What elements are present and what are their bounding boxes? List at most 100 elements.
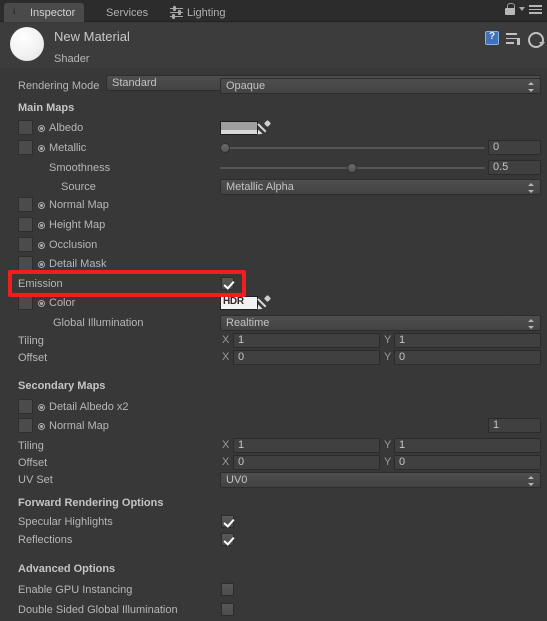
tab-inspector[interactable]: Inspector xyxy=(4,3,85,22)
smoothness-slider[interactable] xyxy=(220,160,485,176)
smoothness-row: Smoothness 0.5 xyxy=(0,159,547,177)
detail-albedo-label: Detail Albedo x2 xyxy=(49,401,129,413)
eyedropper-icon[interactable] xyxy=(255,119,272,137)
emission-checkbox[interactable] xyxy=(221,277,234,290)
detail-albedo-target-icon[interactable] xyxy=(38,404,45,411)
specular-highlights-label: Specular Highlights xyxy=(18,516,113,528)
secondary-normal-map-target-icon[interactable] xyxy=(38,423,45,430)
metallic-value-field[interactable]: 0 xyxy=(488,140,541,155)
albedo-target-icon[interactable] xyxy=(38,125,45,132)
lock-icon[interactable] xyxy=(505,3,515,15)
shader-label: Shader xyxy=(54,53,90,65)
section-advanced-label: Advanced Options xyxy=(18,563,116,575)
chevron-updown-icon xyxy=(528,82,535,92)
albedo-texture-slot[interactable] xyxy=(18,120,33,135)
source-label: Source xyxy=(61,181,96,193)
occlusion-texture-slot[interactable] xyxy=(18,237,33,252)
section-secondary-maps-label: Secondary Maps xyxy=(18,380,106,392)
smoothness-label: Smoothness xyxy=(49,162,111,174)
double-sided-gi-checkbox[interactable] xyxy=(221,603,234,616)
main-offset-x-label: X xyxy=(222,351,230,363)
reflections-checkbox[interactable] xyxy=(221,533,234,546)
specular-highlights-checkbox[interactable] xyxy=(221,515,234,528)
gear-icon[interactable] xyxy=(527,31,545,48)
section-main-maps: Main Maps xyxy=(0,99,547,117)
metallic-texture-slot[interactable] xyxy=(18,140,33,155)
chevron-down-icon[interactable] xyxy=(519,7,525,11)
tab-services-label: Services xyxy=(106,6,149,19)
info-icon xyxy=(13,7,25,19)
source-dropdown-value: Metallic Alpha xyxy=(226,181,294,193)
secondary-offset-y-field[interactable]: 0 xyxy=(394,455,541,470)
detail-albedo-row: Detail Albedo x2 xyxy=(0,398,547,416)
secondary-normal-map-label: Normal Map xyxy=(49,420,109,432)
gpu-instancing-checkbox[interactable] xyxy=(221,583,234,596)
metallic-row: Metallic 0 xyxy=(0,139,547,157)
chevron-updown-icon xyxy=(528,183,535,193)
eyedropper-icon[interactable] xyxy=(255,294,272,312)
material-preview-sphere[interactable] xyxy=(10,27,44,61)
secondary-tiling-y-label: Y xyxy=(384,439,392,451)
metallic-target-icon[interactable] xyxy=(38,145,45,152)
main-offset-x-field[interactable]: 0 xyxy=(233,350,380,365)
section-forward-rendering-label: Forward Rendering Options xyxy=(18,497,164,509)
metallic-slider[interactable] xyxy=(220,140,485,156)
material-header: New Material Shader Standard xyxy=(0,23,547,91)
occlusion-label: Occlusion xyxy=(49,239,98,251)
normal-map-texture-slot[interactable] xyxy=(18,197,33,212)
main-tiling-label: Tiling xyxy=(18,335,44,347)
detail-mask-texture-slot[interactable] xyxy=(18,256,33,271)
height-map-target-icon[interactable] xyxy=(38,222,45,229)
main-offset-row: Offset X 0 Y 0 xyxy=(0,349,547,367)
detail-mask-row: Detail Mask xyxy=(0,255,547,273)
uv-set-dropdown[interactable]: UV0 xyxy=(220,472,541,488)
smoothness-value-field[interactable]: 0.5 xyxy=(488,160,541,175)
unity-inspector-window: Inspector Services Lighting New Material… xyxy=(0,0,547,621)
secondary-offset-y-label: Y xyxy=(384,456,392,468)
occlusion-target-icon[interactable] xyxy=(38,242,45,249)
height-map-texture-slot[interactable] xyxy=(18,217,33,232)
section-secondary-maps: Secondary Maps xyxy=(0,377,547,395)
reflections-label: Reflections xyxy=(18,534,73,546)
main-offset-y-field[interactable]: 0 xyxy=(394,350,541,365)
emission-hdr-color-swatch[interactable]: HDR xyxy=(220,296,258,310)
lighting-icon xyxy=(170,5,183,19)
global-illumination-dropdown[interactable]: Realtime xyxy=(220,315,541,331)
emission-color-texture-slot[interactable] xyxy=(18,295,33,310)
emission-color-target-icon[interactable] xyxy=(38,300,45,307)
double-sided-gi-row[interactable]: Double Sided Global Illumination xyxy=(0,601,547,619)
tab-services[interactable]: Services xyxy=(97,3,157,22)
header-icon-group xyxy=(485,31,545,48)
main-tiling-x-field[interactable]: 1 xyxy=(233,333,380,348)
rendering-mode-dropdown[interactable]: Opaque xyxy=(220,78,541,94)
albedo-color-swatch[interactable] xyxy=(220,121,258,135)
tab-lighting[interactable]: Lighting xyxy=(161,3,235,22)
secondary-offset-x-field[interactable]: 0 xyxy=(233,455,380,470)
secondary-normal-map-texture-slot[interactable] xyxy=(18,418,33,433)
preset-icon[interactable] xyxy=(506,31,520,45)
detail-mask-target-icon[interactable] xyxy=(38,261,45,268)
specular-highlights-row[interactable]: Specular Highlights xyxy=(0,513,547,531)
hdr-badge-label: HDR xyxy=(223,296,244,307)
normal-map-label: Normal Map xyxy=(49,199,109,211)
detail-mask-label: Detail Mask xyxy=(49,258,107,270)
hamburger-menu-icon[interactable] xyxy=(529,4,542,14)
albedo-row: Albedo xyxy=(0,119,547,137)
tab-bar: Inspector Services Lighting xyxy=(0,0,547,22)
main-tiling-y-field[interactable]: 1 xyxy=(394,333,541,348)
gpu-instancing-row[interactable]: Enable GPU Instancing xyxy=(0,581,547,599)
normal-map-row: Normal Map xyxy=(0,196,547,214)
reflections-row[interactable]: Reflections xyxy=(0,531,547,549)
normal-map-target-icon[interactable] xyxy=(38,202,45,209)
secondary-tiling-y-field[interactable]: 1 xyxy=(394,438,541,453)
emission-row[interactable]: Emission xyxy=(0,275,547,293)
chevron-updown-icon xyxy=(528,476,535,486)
double-sided-gi-label: Double Sided Global Illumination xyxy=(18,604,178,616)
source-dropdown[interactable]: Metallic Alpha xyxy=(220,179,541,195)
secondary-tiling-x-field[interactable]: 1 xyxy=(233,438,380,453)
metallic-label: Metallic xyxy=(49,142,87,154)
detail-albedo-texture-slot[interactable] xyxy=(18,399,33,414)
help-book-icon[interactable] xyxy=(485,31,499,45)
secondary-normal-map-value-field[interactable]: 1 xyxy=(488,418,541,433)
main-tiling-row: Tiling X 1 Y 1 xyxy=(0,332,547,350)
